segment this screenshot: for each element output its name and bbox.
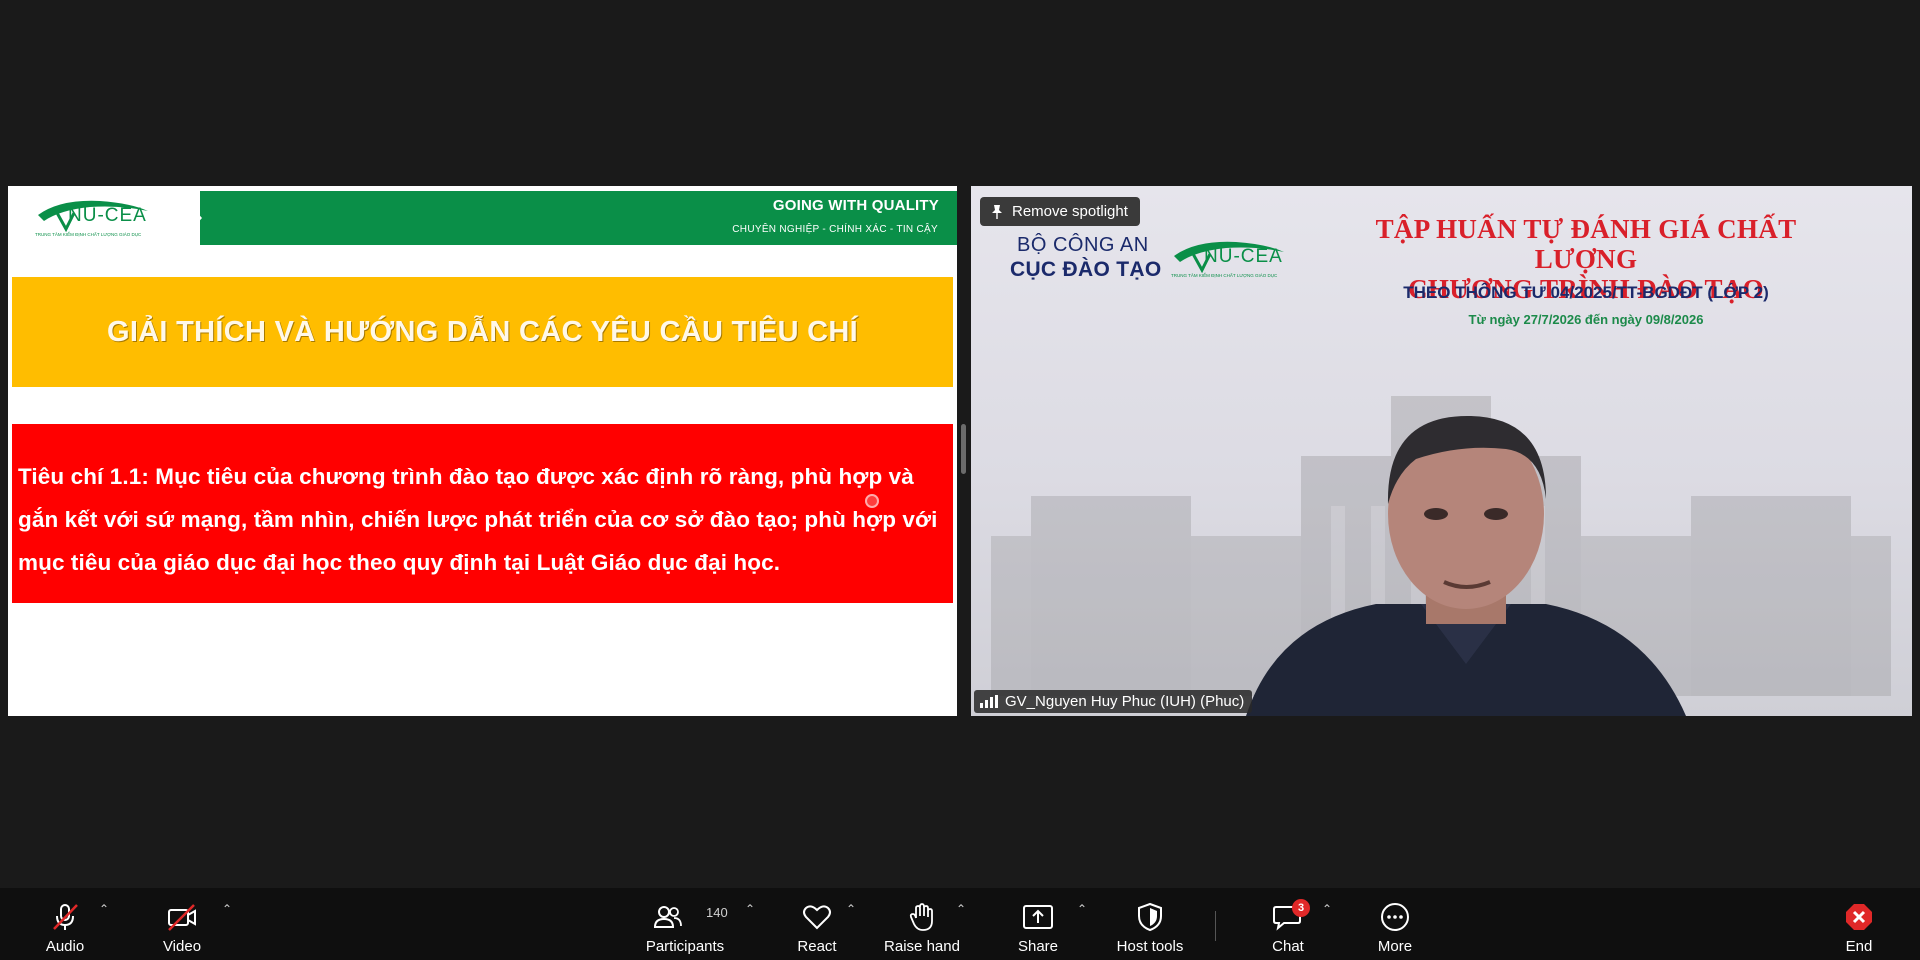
slide-header-title: GOING WITH QUALITY — [772, 197, 939, 214]
share-screen-icon — [1023, 905, 1053, 929]
signal-strength-icon — [980, 695, 998, 708]
remove-spotlight-button[interactable]: Remove spotlight — [980, 197, 1140, 226]
chat-button[interactable]: 3 Chat — [1263, 888, 1313, 960]
react-label: React — [797, 938, 837, 955]
nu-cea-logo: NU-CEA TRUNG TÂM KIỂM ĐỊNH CHẤT LƯỢNG GI… — [30, 191, 200, 245]
nu-cea-logo-right: NU-CEA TRUNG TÂM KIỂM ĐỊNH CHẤT LƯỢNG GI… — [1166, 232, 1296, 280]
criterion-band: Tiêu chí 1.1: Mục tiêu của chương trình … — [12, 424, 953, 603]
chat-label: Chat — [1272, 938, 1304, 955]
more-label: More — [1377, 938, 1413, 955]
chat-unread-badge: 3 — [1292, 899, 1310, 917]
audio-options-caret-icon[interactable]: ⌃ — [99, 902, 109, 916]
event-title-line1: TẬP HUẤN TỰ ĐÁNH GIÁ CHẤT LƯỢNG — [1375, 214, 1797, 274]
participants-icon — [653, 906, 682, 928]
participants-button[interactable]: 140 Participants — [640, 888, 730, 960]
slide-header-band: GOING WITH QUALITY CHUYÊN NGHIỆP - CHÍNH… — [178, 191, 957, 245]
criterion-text: Tiêu chí 1.1: Mục tiêu của chương trình … — [18, 464, 938, 575]
video-button[interactable]: Video — [157, 888, 207, 960]
slide-heading-band: GIẢI THÍCH VÀ HƯỚNG DẪN CÁC YÊU CẦU TIÊU… — [12, 277, 953, 387]
audio-button[interactable]: Audio — [40, 888, 90, 960]
react-options-caret-icon[interactable]: ⌃ — [846, 902, 856, 916]
spotlight-video: Remove spotlight BỘ CÔNG AN CỤC ĐÀO TẠO … — [971, 186, 1912, 716]
microphone-muted-icon — [53, 904, 78, 930]
share-options-caret-icon[interactable]: ⌃ — [1077, 902, 1087, 916]
slide-header: GOING WITH QUALITY CHUYÊN NGHIỆP - CHÍNH… — [8, 191, 957, 245]
more-dots-icon — [1381, 903, 1409, 931]
raise-hand-icon — [909, 903, 933, 931]
more-button[interactable]: More — [1370, 888, 1420, 960]
end-button[interactable]: End — [1834, 888, 1884, 960]
shield-icon — [1138, 902, 1162, 932]
participants-options-caret-icon[interactable]: ⌃ — [745, 902, 755, 916]
logo-text: NU-CEA — [68, 205, 147, 226]
panel-splitter-handle[interactable] — [961, 424, 966, 474]
audio-label: Audio — [45, 938, 85, 955]
event-dates: Từ ngày 27/7/2026 đến ngày 09/8/2026 — [1468, 312, 1704, 327]
video-options-caret-icon[interactable]: ⌃ — [222, 902, 232, 916]
remove-spotlight-label: Remove spotlight — [1012, 203, 1128, 220]
org-name-line1: BỘ CÔNG AN — [1017, 234, 1149, 256]
react-button[interactable]: React — [792, 888, 842, 960]
logo-subtitle: TRUNG TÂM KIỂM ĐỊNH CHẤT LƯỢNG GIÁO DỤC — [35, 232, 142, 237]
event-subtitle: THEO THÔNG TƯ 04/2025/TT-BGDĐT (LỚP 2) — [1403, 283, 1769, 302]
participant-name-tag: GV_Nguyen Huy Phuc (IUH) (Phuc) — [974, 690, 1253, 713]
toolbar-divider — [1215, 911, 1216, 941]
share-button[interactable]: Share — [1013, 888, 1063, 960]
video-label: Video — [162, 938, 202, 955]
host-tools-label: Host tools — [1116, 938, 1184, 955]
logo-subtitle: TRUNG TÂM KIỂM ĐỊNH CHẤT LƯỢNG GIÁO DỤC — [1171, 273, 1278, 278]
slide-header-subtitle: CHUYÊN NGHIỆP - CHÍNH XÁC - TIN CẬY — [732, 224, 938, 235]
raise-hand-options-caret-icon[interactable]: ⌃ — [956, 902, 966, 916]
raise-hand-button[interactable]: Raise hand — [880, 888, 964, 960]
participants-label: Participants — [645, 938, 725, 955]
laser-pointer-icon — [865, 494, 879, 508]
pin-icon — [992, 204, 1002, 219]
end-label: End — [1845, 938, 1873, 955]
heart-icon — [803, 905, 831, 930]
chat-options-caret-icon[interactable]: ⌃ — [1322, 902, 1332, 916]
org-name-line2: CỤC ĐÀO TẠO — [1010, 258, 1162, 281]
participant-name: GV_Nguyen Huy Phuc (IUH) (Phuc) — [1005, 693, 1245, 710]
participants-count: 140 — [706, 905, 728, 920]
slide-heading: GIẢI THÍCH VÀ HƯỚNG DẪN CÁC YÊU CẦU TIÊU… — [106, 315, 859, 348]
end-meeting-icon — [1846, 904, 1872, 930]
raise-hand-label: Raise hand — [884, 938, 960, 955]
participant-video-feed — [1246, 415, 1686, 716]
camera-off-icon — [168, 904, 196, 931]
share-label: Share — [1017, 938, 1059, 955]
logo-text: NU-CEA — [1204, 246, 1283, 267]
host-tools-button[interactable]: Host tools — [1110, 888, 1190, 960]
meeting-toolbar: Audio ⌃ Video ⌃ 140 Participants ⌃ React… — [0, 888, 1920, 960]
shared-slide: GOING WITH QUALITY CHUYÊN NGHIỆP - CHÍNH… — [8, 186, 957, 716]
